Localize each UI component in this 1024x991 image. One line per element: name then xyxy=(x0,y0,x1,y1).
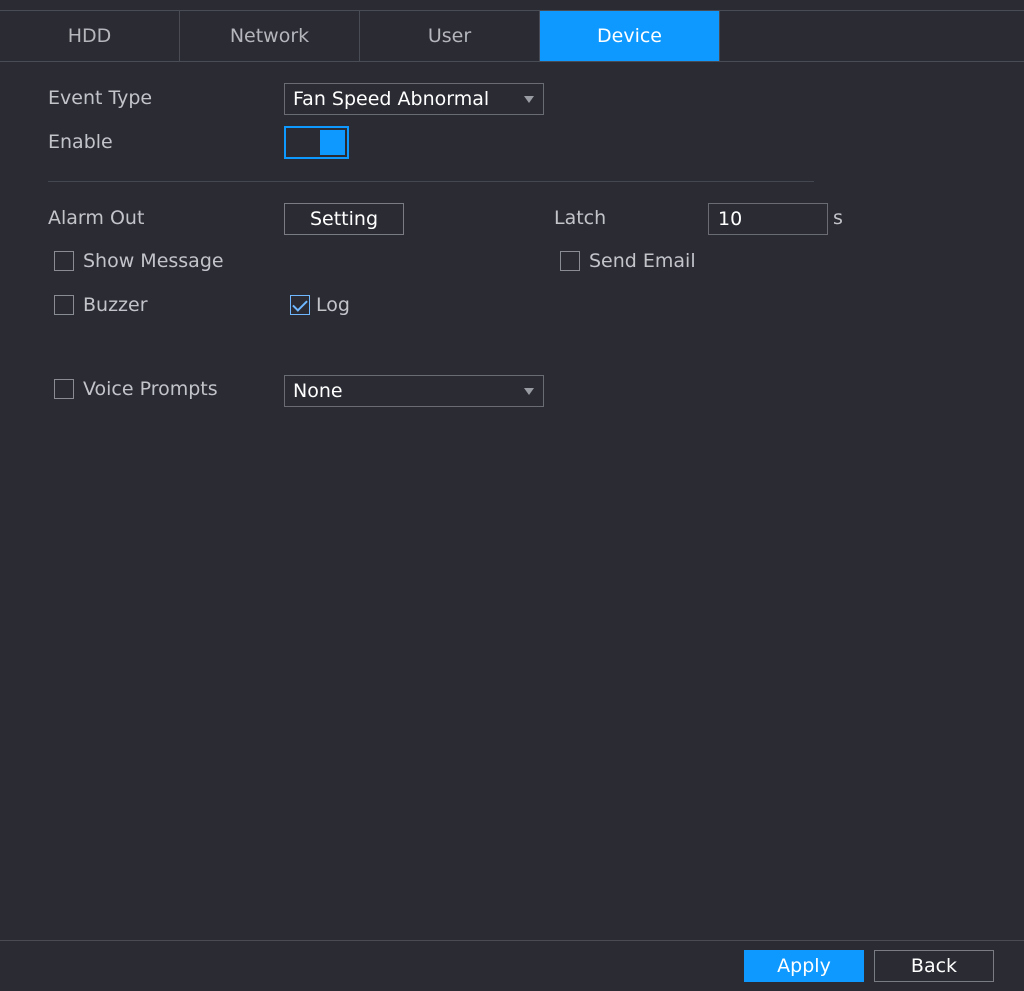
event-type-dropdown[interactable]: Fan Speed Abnormal xyxy=(284,83,544,115)
event-type-label: Event Type xyxy=(48,87,153,109)
buzzer-label: Buzzer xyxy=(83,294,148,316)
footer-bar xyxy=(0,940,1024,991)
voice-prompts-dropdown[interactable]: None xyxy=(284,375,544,407)
show-message-option[interactable]: Show Message xyxy=(54,250,224,272)
section-divider xyxy=(48,181,814,182)
apply-button[interactable]: Apply xyxy=(744,950,864,982)
latch-unit: s xyxy=(833,207,843,229)
buzzer-checkbox[interactable] xyxy=(54,295,74,315)
latch-label: Latch xyxy=(554,207,607,229)
show-message-checkbox[interactable] xyxy=(54,251,74,271)
tab-hdd[interactable]: HDD xyxy=(0,11,180,61)
event-type-value: Fan Speed Abnormal xyxy=(293,88,490,110)
alarm-out-setting-button[interactable]: Setting xyxy=(284,203,404,235)
tab-network[interactable]: Network xyxy=(180,11,360,61)
log-checkbox[interactable] xyxy=(290,295,310,315)
send-email-label: Send Email xyxy=(589,250,696,272)
log-option[interactable]: Log xyxy=(290,294,350,316)
top-strip xyxy=(0,0,1024,11)
send-email-option[interactable]: Send Email xyxy=(560,250,696,272)
voice-prompts-checkbox[interactable] xyxy=(54,379,74,399)
log-label: Log xyxy=(316,294,350,316)
show-message-label: Show Message xyxy=(83,250,224,272)
voice-prompts-value: None xyxy=(293,380,343,402)
voice-prompts-option[interactable]: Voice Prompts xyxy=(54,378,218,400)
enable-label: Enable xyxy=(48,131,113,153)
send-email-checkbox[interactable] xyxy=(560,251,580,271)
tab-bar: HDD Network User Device xyxy=(0,11,1024,62)
chevron-down-icon xyxy=(524,388,534,395)
alarm-out-label: Alarm Out xyxy=(48,207,145,229)
toggle-knob xyxy=(320,130,345,155)
voice-prompts-label: Voice Prompts xyxy=(83,378,218,400)
chevron-down-icon xyxy=(524,96,534,103)
enable-toggle[interactable] xyxy=(284,126,349,159)
tab-user[interactable]: User xyxy=(360,11,540,61)
buzzer-option[interactable]: Buzzer xyxy=(54,294,148,316)
back-button[interactable]: Back xyxy=(874,950,994,982)
latch-input[interactable]: 10 xyxy=(708,203,828,235)
tab-device[interactable]: Device xyxy=(540,11,720,61)
